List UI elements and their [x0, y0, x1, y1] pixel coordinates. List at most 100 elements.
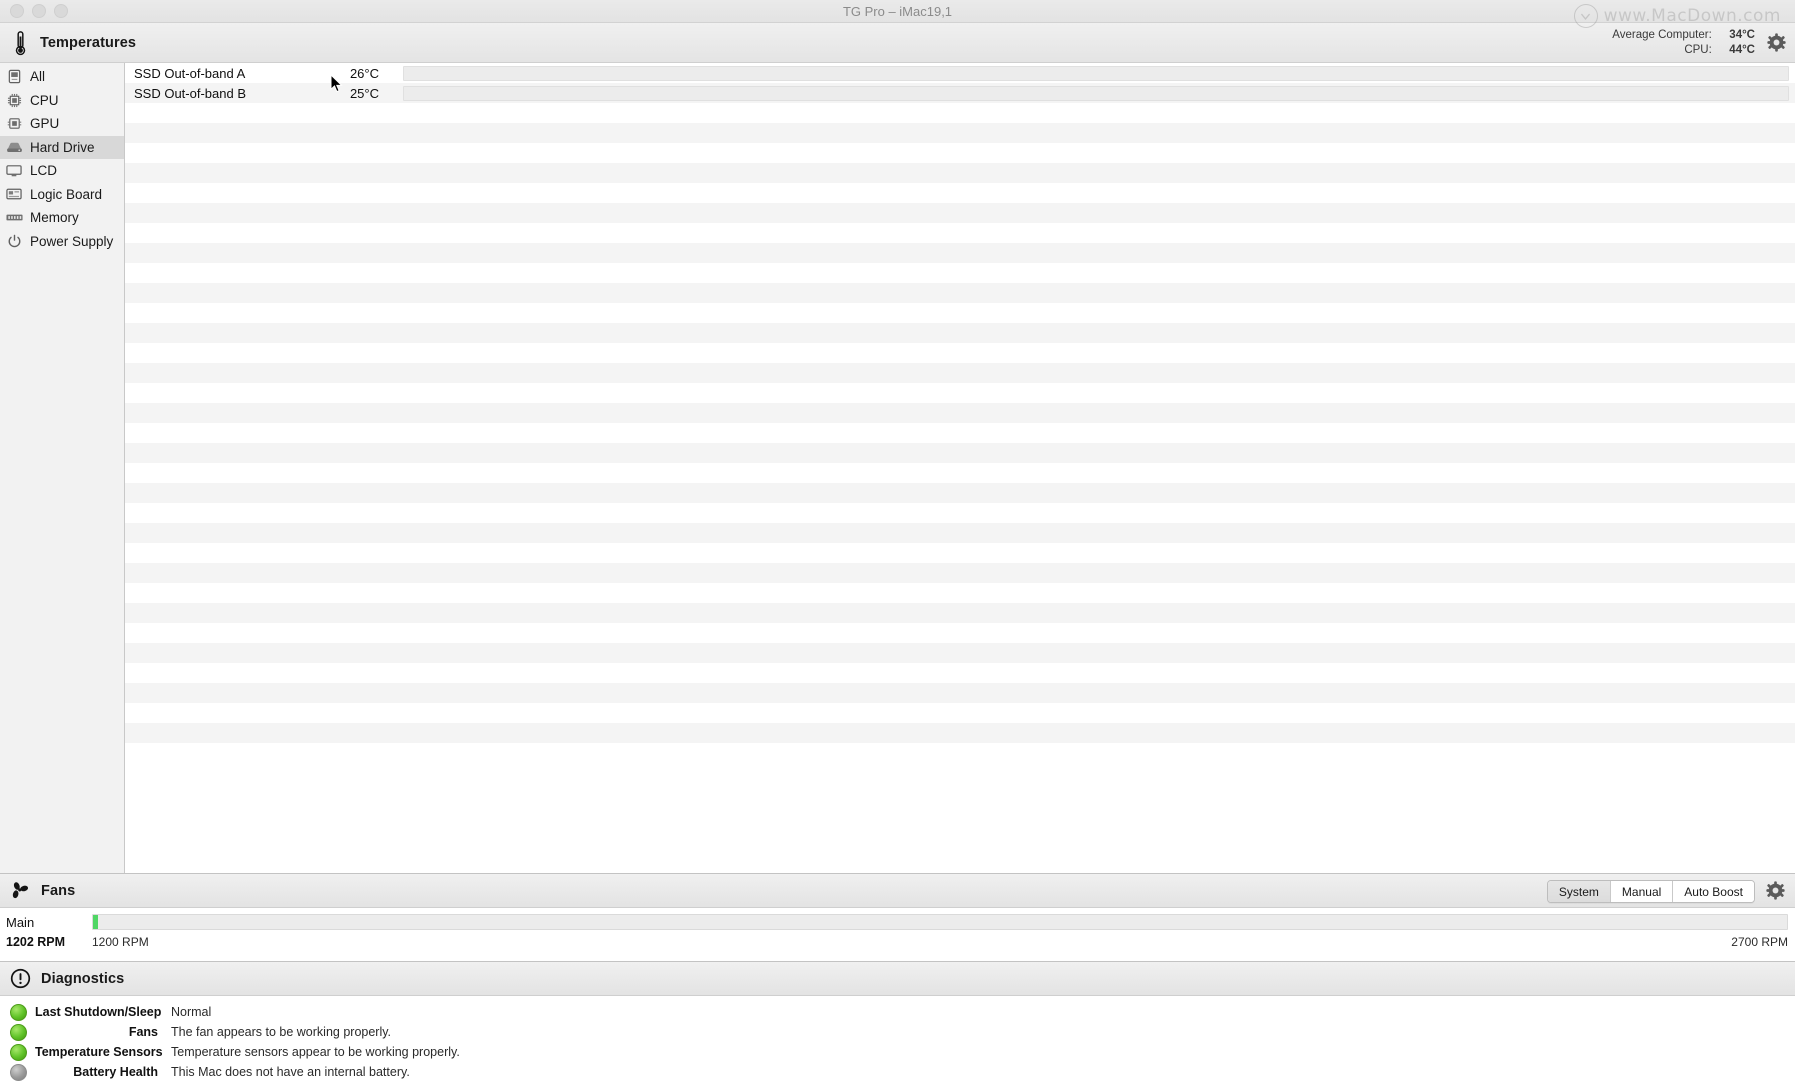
diagnostic-label: Fans	[128, 1025, 158, 1039]
diagnostics-header: Diagnostics	[0, 962, 1795, 996]
fan-mode-manual-button[interactable]: Manual	[1610, 881, 1674, 902]
sidebar-item-gpu[interactable]: GPU	[0, 112, 124, 136]
sidebar-item-cpu[interactable]: CPU	[0, 89, 124, 113]
stripe-row	[125, 503, 1795, 523]
stripe-row	[125, 323, 1795, 343]
stripe-row	[125, 603, 1795, 623]
readout-value-average: 34°C	[1729, 28, 1755, 41]
fan-speed-slider[interactable]	[92, 914, 1788, 930]
stripe-row	[125, 443, 1795, 463]
sidebar-item-label: Power Supply	[30, 233, 114, 249]
diagnostic-label: Battery Health	[73, 1065, 158, 1079]
computer-icon	[4, 68, 24, 86]
stripe-row	[125, 103, 1795, 123]
status-led-icon	[10, 1023, 27, 1041]
temperatures-header: Temperatures Average Computer: 34°C CPU:…	[0, 23, 1795, 63]
readout-label-cpu: CPU:	[1684, 43, 1712, 56]
fans-panel: Fans System Manual Auto Boost Main 1202 …	[0, 873, 1795, 961]
stripe-row	[125, 183, 1795, 203]
fan-row-main: Main 1202 RPM 1200 RPM 2700 RPM	[0, 908, 1795, 961]
table-row[interactable]: SSD Out-of-band A 26°C	[125, 63, 1795, 83]
stripe-row	[125, 163, 1795, 183]
sensor-rows: SSD Out-of-band A 26°C SSD Out-of-band B…	[125, 63, 1795, 103]
gpu-chip-icon	[4, 115, 24, 133]
sidebar-item-memory[interactable]: Memory	[0, 206, 124, 230]
sidebar-item-label: LCD	[30, 163, 58, 179]
sidebar-item-logic-board[interactable]: Logic Board	[0, 183, 124, 207]
stripe-row	[125, 423, 1795, 443]
stripe-row	[125, 383, 1795, 403]
list-item: Fans The fan appears to be working prope…	[0, 1022, 1795, 1042]
stripe-row	[125, 243, 1795, 263]
stripe-row	[125, 363, 1795, 383]
stripe-row	[125, 263, 1795, 283]
fan-scale-line: 1202 RPM 1200 RPM 2700 RPM	[0, 933, 1795, 951]
list-item: Last Shutdown/Sleep Normal	[0, 1002, 1795, 1022]
fans-title: Fans	[41, 882, 76, 899]
stripe-row	[125, 223, 1795, 243]
stripe-row	[125, 663, 1795, 683]
fans-header: Fans System Manual Auto Boost	[0, 874, 1795, 908]
readout-value-cpu: 44°C	[1729, 43, 1755, 56]
sidebar-item-label: Logic Board	[30, 186, 103, 202]
sidebar-item-lcd[interactable]: LCD	[0, 159, 124, 183]
stripe-row	[125, 203, 1795, 223]
sensor-name: SSD Out-of-band A	[134, 65, 246, 81]
stripe-row	[125, 723, 1795, 743]
fan-scale-track: 1200 RPM 2700 RPM	[92, 935, 1788, 949]
stripe-row	[125, 563, 1795, 583]
diagnostics-list: Last Shutdown/Sleep Normal Fans The fan …	[0, 996, 1795, 1086]
window-controls	[0, 4, 68, 18]
sidebar-item-hard-drive[interactable]: Hard Drive	[0, 135, 124, 159]
sidebar-item-label: GPU	[30, 116, 60, 132]
stripe-row	[125, 123, 1795, 143]
sidebar-item-all[interactable]: All	[0, 65, 124, 89]
diagnostic-label: Temperature Sensors	[35, 1045, 163, 1059]
diagnostic-text: This Mac does not have an internal batte…	[171, 1065, 410, 1079]
display-icon	[4, 162, 24, 180]
exclamation-circle-icon	[9, 968, 31, 989]
fans-settings-gear-icon[interactable]	[1764, 879, 1786, 901]
diagnostic-text: Normal	[171, 1005, 212, 1019]
temperatures-body: All CPU GPU Hard Drive LCD Logic Board M…	[0, 63, 1795, 873]
sensor-list[interactable]: SSD Out-of-band A 26°C SSD Out-of-band B…	[125, 63, 1795, 873]
status-led-icon	[10, 1043, 27, 1061]
sidebar-item-power-supply[interactable]: Power Supply	[0, 230, 124, 254]
status-led-icon	[10, 1063, 27, 1081]
close-button[interactable]	[10, 4, 24, 18]
minimize-button[interactable]	[32, 4, 46, 18]
memory-icon	[4, 209, 24, 227]
cpu-chip-icon	[4, 91, 24, 109]
table-row[interactable]: SSD Out-of-band B 25°C	[125, 83, 1795, 103]
zoom-button[interactable]	[54, 4, 68, 18]
hard-drive-icon	[4, 138, 24, 156]
category-sidebar: All CPU GPU Hard Drive LCD Logic Board M…	[0, 63, 125, 873]
window-title-bar: TG Pro – iMac19,1	[0, 0, 1795, 23]
fan-slider-line: Main	[0, 914, 1795, 930]
stripe-row	[125, 523, 1795, 543]
window-title: TG Pro – iMac19,1	[842, 3, 953, 19]
temperature-readout: Average Computer: 34°C CPU: 44°C	[1612, 28, 1755, 58]
fan-mode-system-button[interactable]: System	[1547, 881, 1611, 902]
temperatures-settings-gear-icon[interactable]	[1765, 32, 1787, 54]
fan-mode-segmented-control[interactable]: System Manual Auto Boost	[1546, 880, 1755, 903]
page-title: Temperatures	[40, 34, 137, 51]
fan-mode-auto-boost-button[interactable]: Auto Boost	[1673, 881, 1754, 902]
stripe-row	[125, 463, 1795, 483]
stripe-row	[125, 543, 1795, 563]
stripe-row	[125, 583, 1795, 603]
sensor-bar-track	[403, 85, 1789, 101]
sidebar-item-label: All	[30, 69, 46, 85]
stripe-row	[125, 643, 1795, 663]
list-item: Temperature Sensors Temperature sensors …	[0, 1042, 1795, 1062]
temperatures-header-right: Average Computer: 34°C CPU: 44°C	[1612, 23, 1787, 62]
sidebar-item-label: Hard Drive	[30, 139, 95, 155]
fan-current-rpm: 1202 RPM	[6, 935, 66, 949]
diagnostics-title: Diagnostics	[41, 970, 125, 987]
sensor-value: 26°C	[349, 65, 379, 81]
stripe-row	[125, 403, 1795, 423]
sensor-bar-track	[403, 65, 1789, 81]
stripe-row	[125, 143, 1795, 163]
fan-speed-fill	[93, 915, 99, 929]
status-led-icon	[10, 1003, 27, 1021]
